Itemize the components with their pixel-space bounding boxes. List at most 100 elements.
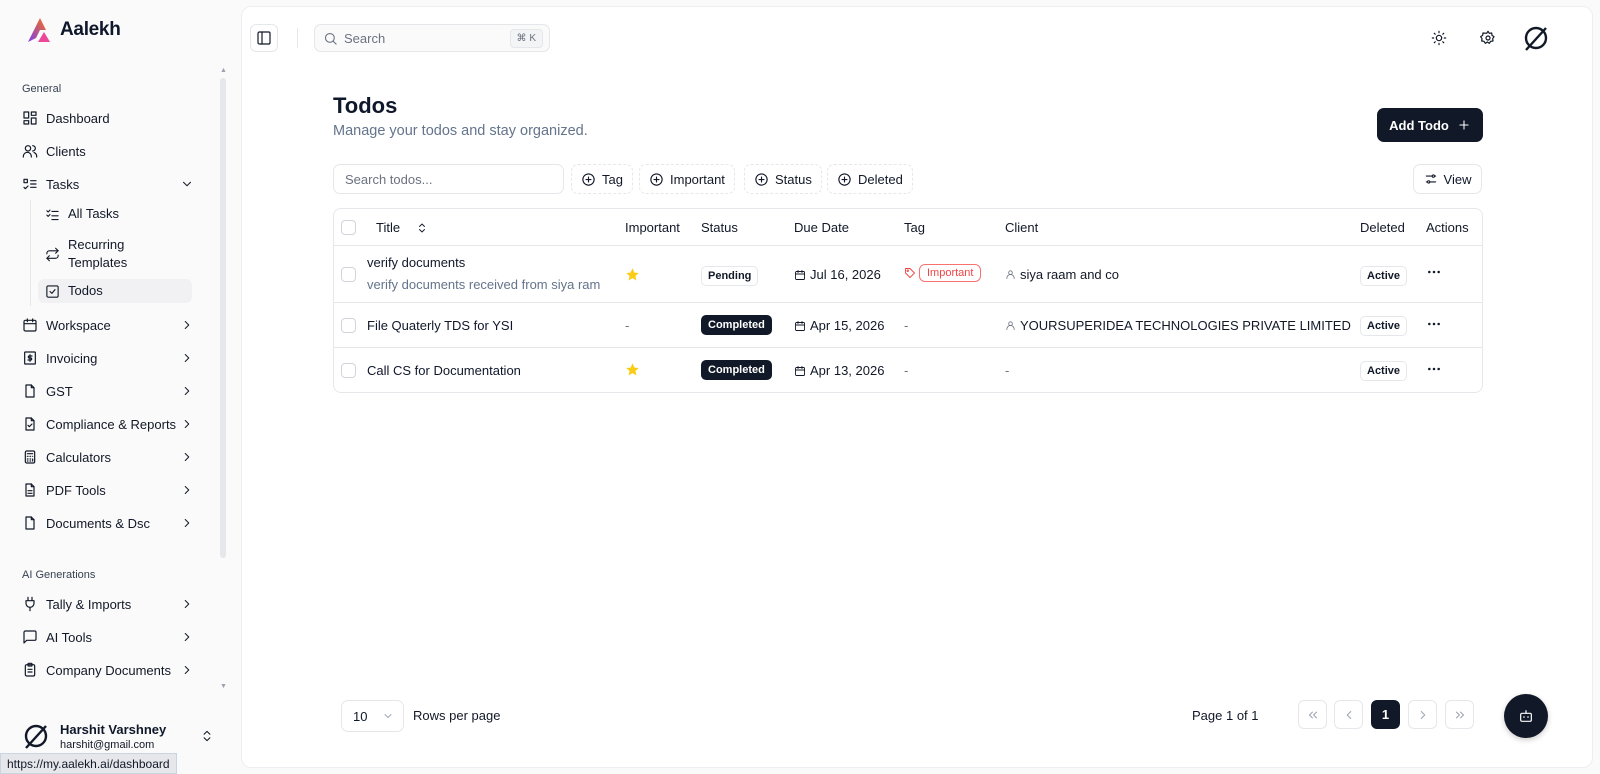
row-actions-button[interactable] [1426, 316, 1442, 332]
first-page-button[interactable] [1298, 700, 1327, 729]
tag-cell: Important [904, 264, 982, 282]
receipt-icon [24, 351, 36, 365]
sidebar-item-invoicing[interactable]: Invoicing [16, 343, 212, 373]
sidebar-item-calculators[interactable]: Calculators [16, 442, 212, 472]
next-page-button[interactable] [1408, 700, 1437, 729]
tag-icon [905, 268, 915, 278]
avatar [24, 724, 48, 749]
todo-search-input[interactable] [333, 164, 564, 194]
view-label: View [1443, 171, 1472, 187]
sidebar-subitem-todos[interactable]: Todos [38, 279, 192, 303]
current-page-button[interactable]: 1 [1371, 700, 1400, 729]
chevrons-up-down-icon [203, 730, 211, 742]
page-info: Page 1 of 1 [1192, 708, 1259, 723]
plus-circle-icon [650, 172, 663, 186]
theme-toggle-button[interactable] [1425, 24, 1453, 52]
sidebar-item-tally-imports[interactable]: Tally & Imports [16, 589, 212, 619]
user-avatar-button[interactable] [1520, 22, 1552, 54]
scroll-down-arrow[interactable]: ▼ [220, 683, 228, 690]
global-search[interactable]: ⌘ K [314, 24, 550, 52]
important-cell[interactable] [625, 362, 640, 377]
view-options-button[interactable]: View [1413, 164, 1482, 194]
avatar [1524, 26, 1548, 51]
filter-deleted-button[interactable]: Deleted [827, 164, 913, 194]
sidebar-item-company-documents[interactable]: Company Documents [16, 655, 212, 685]
sidebar-item-workspace[interactable]: Workspace [16, 310, 212, 340]
sidebar-item-label: Tasks [46, 176, 80, 192]
ai-assistant-button[interactable] [1504, 694, 1548, 738]
filter-status-button[interactable]: Status [744, 164, 822, 194]
sidebar-item-label: Clients [46, 143, 86, 159]
plus-circle-icon [755, 172, 768, 186]
sidebar-item-tasks[interactable]: Tasks [16, 169, 212, 199]
message-square-icon [23, 630, 37, 644]
prev-page-button[interactable] [1334, 700, 1363, 729]
sidebar-item-clients[interactable]: Clients [16, 136, 212, 166]
row-checkbox[interactable] [341, 318, 356, 333]
status-bar-url: https://my.aalekh.ai/dashboard [0, 753, 177, 774]
important-cell[interactable] [625, 267, 640, 282]
scroll-up-arrow[interactable]: ▲ [220, 67, 228, 74]
column-header-title[interactable]: Title [376, 220, 428, 235]
chevron-right-icon [1420, 710, 1425, 719]
due-date-cell: Apr 15, 2026 [794, 318, 884, 333]
todo-title: verify documents [367, 255, 466, 270]
sidebar-item-ai-tools[interactable]: AI Tools [16, 622, 212, 652]
row-checkbox[interactable] [341, 363, 356, 378]
sidebar-item-documents-dsc[interactable]: Documents & Dsc [16, 508, 212, 538]
filter-tag-button[interactable]: Tag [571, 164, 633, 194]
user-email: harshit@gmail.com [60, 738, 155, 751]
sidebar-subitem-all-tasks[interactable]: All Tasks [38, 203, 192, 225]
brand-logo[interactable]: Aalekh [26, 16, 121, 44]
table-row[interactable]: verify documents verify documents receiv… [334, 246, 1482, 303]
section-label-ai-generations: AI Generations [22, 569, 96, 581]
chevron-right-icon [184, 599, 190, 609]
row-actions-button[interactable] [1426, 264, 1442, 280]
rows-per-page-label: Rows per page [413, 708, 501, 723]
divider [297, 28, 298, 48]
search-input[interactable] [344, 30, 504, 46]
sidebar-item-label: GST [46, 383, 73, 399]
sidebar-item-label: AI Tools [46, 629, 93, 645]
row-actions-button[interactable] [1426, 361, 1442, 377]
column-header-status: Status [701, 220, 738, 235]
sidebar-subitem-recurring-templates[interactable]: Recurring Templates [38, 234, 192, 274]
client-cell: - [1005, 363, 1010, 378]
sort-icon [419, 223, 426, 232]
bot-icon [1520, 710, 1532, 722]
section-label-general: General [22, 83, 62, 95]
chevron-right-icon [184, 452, 190, 462]
sidebar-item-pdf-tools[interactable]: PDF Tools [16, 475, 212, 505]
sidebar-scrollbar[interactable] [220, 78, 226, 558]
submenu-guide-line [30, 200, 31, 306]
select-all-checkbox[interactable] [341, 220, 356, 235]
sidebar-item-dashboard[interactable]: Dashboard [16, 103, 212, 133]
rows-per-page-select[interactable]: 10 [341, 700, 404, 732]
sidebar-item-compliance-reports[interactable]: Compliance & Reports [16, 409, 212, 439]
column-header-tag: Tag [904, 220, 925, 235]
sidebar-item-gst[interactable]: GST [16, 376, 212, 406]
row-checkbox[interactable] [341, 267, 356, 282]
settings-button[interactable] [1474, 24, 1502, 52]
add-todo-button[interactable]: Add Todo [1377, 108, 1483, 142]
user-profile[interactable]: Harshit Varshney harshit@gmail.com [22, 718, 222, 754]
sidebar-item-label: Tally & Imports [46, 596, 132, 612]
tag-cell: - [904, 363, 909, 378]
important-cell[interactable]: - [625, 318, 629, 333]
square-check-icon [46, 284, 59, 298]
deleted-cell: Active [1360, 361, 1408, 381]
toggle-sidebar-button[interactable] [250, 24, 278, 52]
list-todo-icon [23, 178, 37, 190]
chevron-down-icon [182, 181, 192, 187]
more-horizontal-icon [1428, 322, 1440, 326]
calendar-icon [795, 320, 805, 331]
plus-circle-icon [838, 172, 851, 186]
table-row[interactable]: File Quaterly TDS for YSI - Completed Ap… [334, 303, 1482, 348]
chevron-right-icon [184, 485, 190, 495]
star-icon [626, 363, 639, 376]
table-row[interactable]: Call CS for Documentation Completed Apr … [334, 348, 1482, 393]
last-page-button[interactable] [1445, 700, 1474, 729]
calendar-icon [795, 269, 805, 280]
filter-important-button[interactable]: Important [639, 164, 735, 194]
list-checks-icon [46, 209, 59, 220]
